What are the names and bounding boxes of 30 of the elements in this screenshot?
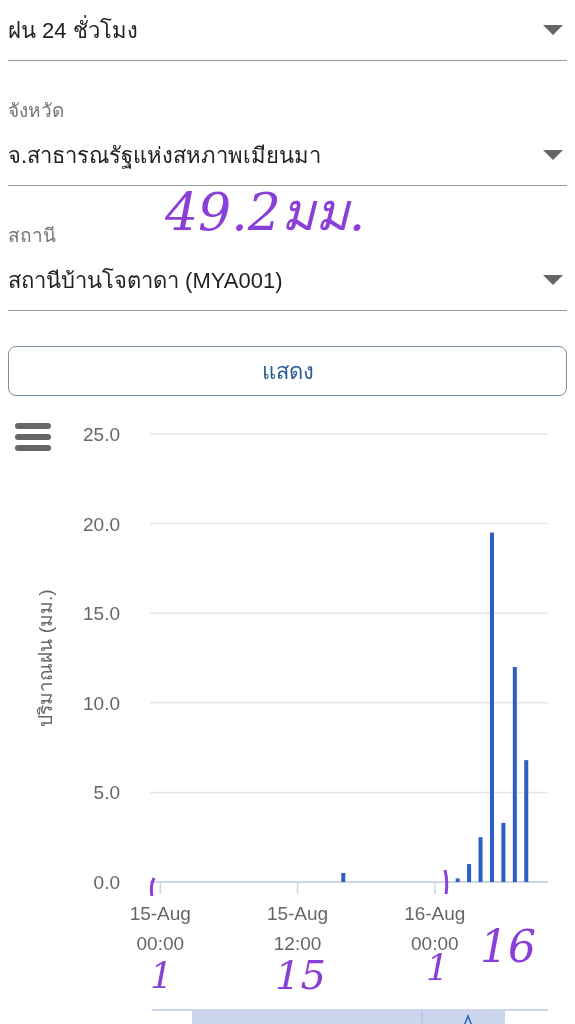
bar	[501, 822, 506, 882]
bar	[341, 873, 346, 882]
caret-icon	[543, 275, 563, 285]
handwritten-note: 1	[150, 958, 173, 994]
dropdown[interactable]: สถานีบ้านโจตาดา (MYA001)	[8, 250, 567, 311]
handwritten-note: 16	[480, 925, 536, 969]
show-button[interactable]: แสดง	[8, 346, 567, 396]
handwritten-note: 15	[275, 955, 326, 995]
axis-label: 15-Aug 12:00	[266, 903, 329, 954]
bar	[455, 878, 460, 882]
axis-label: 25.0	[83, 424, 120, 445]
axis-title: ปริมาณฝน (มม.)	[35, 589, 56, 727]
handwritten-mark	[442, 868, 450, 896]
axis-label: 0.0	[93, 872, 120, 893]
axis-label: 15-Aug 00:00	[129, 903, 191, 954]
caret-icon	[543, 25, 563, 35]
bar	[467, 864, 472, 882]
caret-icon	[543, 150, 563, 160]
dropdown[interactable]: ฝน 24 ชั่วโมง	[8, 0, 567, 61]
axis-label: 15.0	[83, 603, 120, 625]
field-label: สถานี	[8, 223, 56, 248]
dropdown[interactable]: จ.สาธารณรัฐแห่งสหภาพเมียนมา	[8, 125, 567, 186]
bar	[478, 837, 483, 882]
field-label: จังหวัด	[8, 98, 64, 123]
axis-label: 10.0	[83, 692, 120, 714]
menu-icon[interactable]	[15, 423, 51, 451]
handwritten-mark	[148, 876, 156, 898]
handwritten-note: 49.2มม.	[165, 186, 366, 238]
axis-label: 5.0	[93, 782, 120, 804]
axis-label: 20.0	[83, 513, 120, 535]
